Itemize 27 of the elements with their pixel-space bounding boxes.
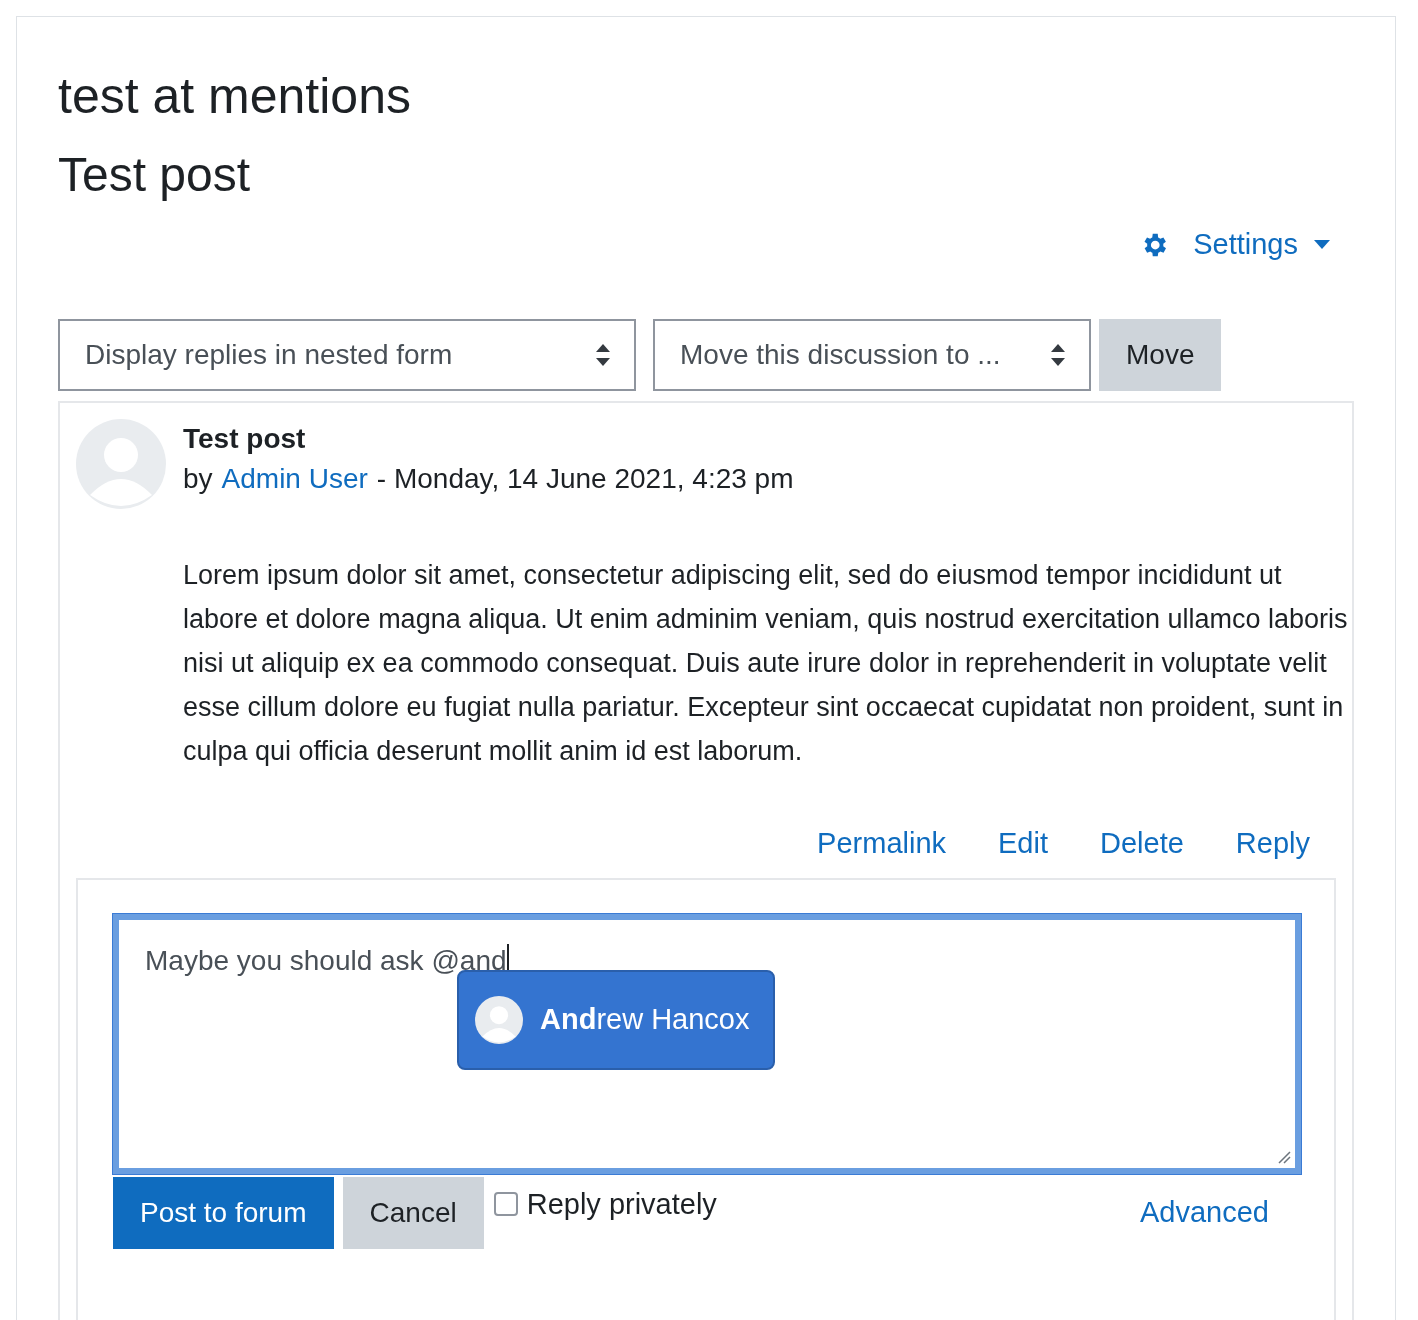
page-title: test at mentions	[58, 67, 412, 126]
discussion-title: Test post	[58, 147, 252, 203]
post-title: Test post	[183, 421, 307, 456]
sort-arrows-icon	[596, 343, 610, 366]
mention-suggestion[interactable]: Andrew Hancox	[457, 969, 775, 1070]
cancel-button[interactable]: Cancel	[342, 1176, 484, 1249]
post-body: Lorem ipsum dolor sit amet, consectetur adipiscing elit, sed do eiusmod tempor incididunt ut labore et dolore magna aliqua. Ut enim adminim veniam, quis nostrud exercitation ullamco laboris nisi ut aliquip ex ea commodo consequat. Duis aute irure dolor in reprehenderit in voluptate velit esse cillum dolore eu fugiat nulla pariatur. Excepteur sint occaecat cupidatat non proident, sunt in culpa qui officia deserunt mollit anim id est laborum.	[183, 558, 1348, 768]
advanced-link[interactable]: Advanced	[1140, 1190, 1269, 1235]
move-button[interactable]: Move	[1099, 318, 1222, 391]
reply-text-area[interactable]: Maybe you should ask @and Andrew Hancox	[113, 913, 1301, 1174]
post-action-link[interactable]: Permalink	[817, 822, 947, 863]
post-action-link[interactable]: Delete	[1100, 822, 1184, 863]
post-to-forum-button[interactable]: Post to forum	[113, 1176, 334, 1249]
byline-prefix: by	[183, 461, 213, 496]
reply-privately-label: Reply privately	[526, 1186, 717, 1222]
mention-avatar	[475, 995, 523, 1044]
post-date: - Monday, 14 June 2021, 4:23 pm	[376, 461, 794, 496]
sort-arrows-icon	[1051, 343, 1065, 366]
reply-privately-checkbox[interactable]	[493, 1192, 518, 1217]
post-action-link[interactable]: Edit	[998, 822, 1048, 863]
caret-icon	[1314, 239, 1330, 250]
post-action-link[interactable]: Reply	[1235, 822, 1310, 863]
settings-menu[interactable]: Settings	[1139, 223, 1330, 267]
move-discussion-select[interactable]: Move this discussion to ...	[653, 318, 1091, 391]
resize-grip-icon	[1277, 1149, 1291, 1164]
author-link[interactable]: Admin User	[221, 458, 368, 499]
display-mode-select[interactable]: Display replies in nested form	[58, 318, 636, 391]
